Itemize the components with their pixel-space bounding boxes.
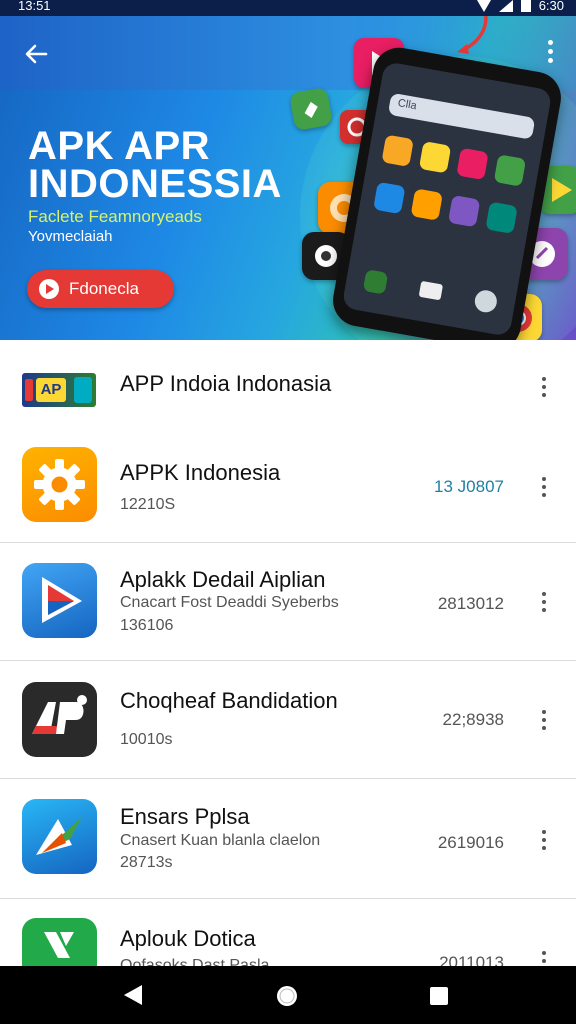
- phone-dock-phone: [362, 269, 389, 295]
- app-count: 13 J0807: [434, 477, 504, 496]
- status-time: 13:51: [18, 0, 51, 13]
- home-circle-icon[interactable]: [275, 984, 299, 1008]
- hero-tagline: Faclete Feamnoryeads: [28, 207, 202, 226]
- hero-title-line2: INDONESSIA: [28, 162, 282, 206]
- signal-icon: [498, 0, 513, 12]
- phone-screen: Clla: [341, 61, 553, 337]
- green-app-icon: [22, 918, 97, 966]
- phone-dock-settings: [473, 288, 499, 315]
- list-item[interactable]: AP APP Indoia Indonasia: [0, 340, 576, 428]
- app-subtitle: Cnasert Kuan blanla claelon: [120, 832, 321, 849]
- play-icon: [39, 279, 59, 299]
- phone-search-text: Clla: [396, 97, 418, 113]
- item-more-icon[interactable]: [540, 477, 548, 501]
- item-more-icon[interactable]: [540, 592, 548, 616]
- app-name: Choqheaf Bandidation: [120, 688, 338, 713]
- item-more-icon[interactable]: [540, 710, 548, 734]
- item-more-icon[interactable]: [540, 377, 548, 401]
- hero-title-line1: APK APR: [28, 124, 211, 168]
- phone-search-bar: Clla: [387, 92, 536, 140]
- ap-logo-app-icon: [22, 682, 97, 757]
- app-meta: 136106: [120, 617, 174, 634]
- status-icons: 6:30: [476, 0, 564, 13]
- back-triangle-icon[interactable]: [122, 983, 144, 1007]
- overflow-menu-icon[interactable]: [546, 40, 554, 68]
- phone-app-pink: [456, 147, 489, 181]
- app-meta: 10010s: [120, 731, 173, 748]
- phone-app-violet: [447, 194, 481, 228]
- hero-banner: Clla APK APR INDONESSIA Faclete Feamnory…: [0, 16, 576, 340]
- app-icon-apk-banner: AP: [22, 373, 96, 407]
- hero-cta-button[interactable]: Fdonecla: [27, 270, 174, 308]
- app-meta: 12210S: [120, 496, 176, 513]
- wifi-icon: [476, 0, 491, 12]
- phone-app-yellow: [418, 141, 452, 174]
- app-count: 2813012: [437, 594, 504, 613]
- green-app-icon: [288, 86, 334, 132]
- gear-app-icon: [22, 447, 97, 522]
- status-bar: 13:51 6:30: [0, 0, 576, 16]
- hero-cta-label: Fdonecla: [69, 279, 139, 298]
- phone-app-blue: [373, 181, 406, 215]
- app-name: Aplakk Dedail Aiplian: [120, 567, 326, 592]
- phone-dock-home: [418, 280, 444, 301]
- play-arrow-app-icon: [22, 563, 97, 638]
- battery-icon: [520, 0, 531, 12]
- app-name: APPK Indonesia: [120, 460, 281, 485]
- list-item[interactable]: Choqheaf Bandidation 10010s 22;8938: [0, 660, 576, 779]
- phone-app-green: [493, 154, 527, 187]
- app-count: 2619016: [437, 833, 504, 852]
- list-item[interactable]: APPK Indonesia 12210S 13 J0807: [0, 428, 576, 543]
- phone-app-orange: [381, 134, 414, 167]
- phone-app-teal: [485, 201, 518, 234]
- recents-square-icon[interactable]: [429, 986, 449, 1006]
- back-arrow-icon[interactable]: [20, 38, 52, 70]
- app-count: 22;8938: [442, 710, 504, 729]
- hero-subtagline: Yovmeclaiah: [28, 228, 113, 245]
- app-name: APP Indoia Indonasia: [120, 371, 332, 396]
- app-name: Aplouk Dotica: [120, 926, 256, 951]
- phone-app-amber: [410, 188, 443, 221]
- system-nav-bar: [0, 966, 576, 1024]
- curved-arrow-decoration: [457, 16, 488, 54]
- app-meta: 28713s: [120, 854, 173, 871]
- arrow-app-icon: [22, 799, 97, 874]
- app-name: Ensars Pplsa: [120, 804, 250, 829]
- status-clock-right: 6:30: [538, 0, 564, 13]
- list-item[interactable]: Aplakk Dedail Aiplian Cnacart Fost Deadd…: [0, 542, 576, 661]
- list-item[interactable]: Ensars Pplsa Cnasert Kuan blanla claelon…: [0, 778, 576, 899]
- list-item[interactable]: Aplouk Dotica Oofasoks Dast Pasla 201101…: [0, 898, 576, 974]
- app-subtitle: Cnacart Fost Deaddi Syeberbs: [120, 594, 339, 611]
- item-more-icon[interactable]: [540, 830, 548, 854]
